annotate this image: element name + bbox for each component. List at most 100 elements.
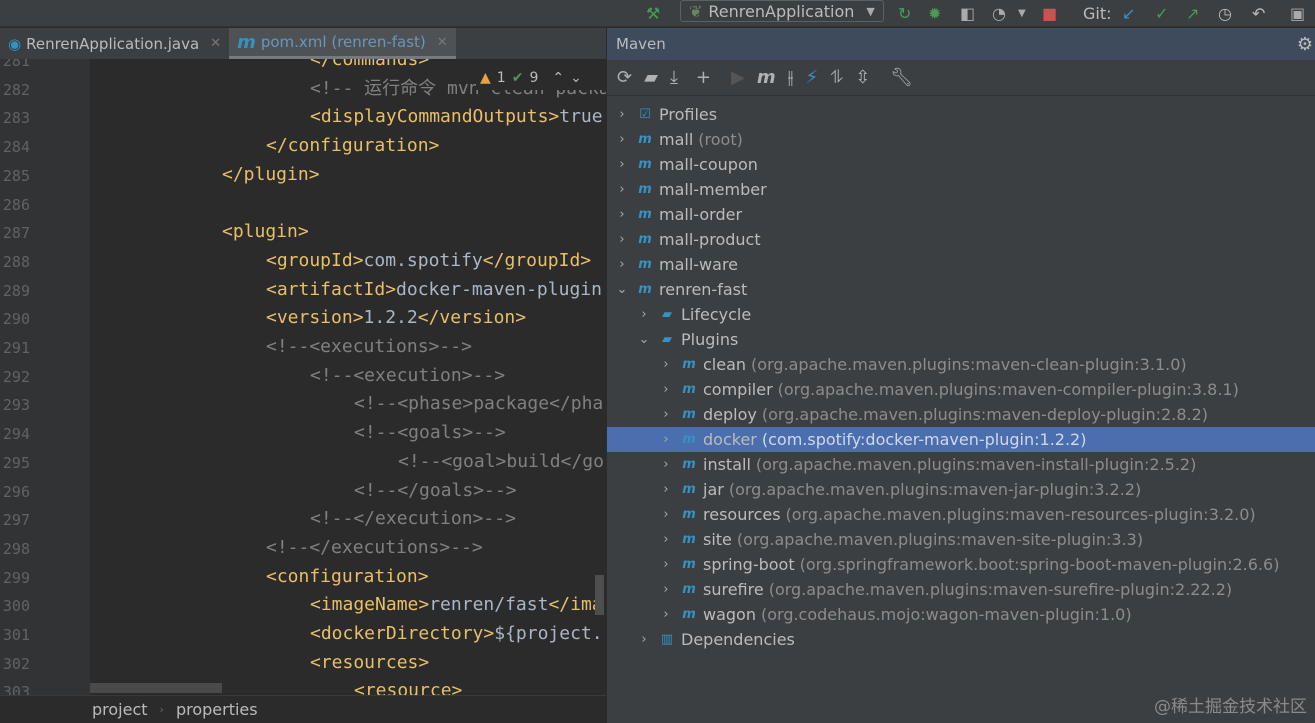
tree-item-detail: (org.apache.maven.plugins:maven-install-… (755, 455, 1197, 474)
line-number: 294 (2, 425, 30, 444)
tree-item-renren-fast[interactable]: ⌄ m renren-fast (607, 277, 1315, 302)
run-icon[interactable]: ▶ (731, 67, 745, 88)
debug-bug-icon[interactable]: ✹ (928, 2, 941, 24)
run-configuration-label: RenrenApplication (708, 1, 855, 21)
tree-item-mall[interactable]: › m mall (root) (607, 127, 1315, 152)
chevron-right-icon[interactable]: › (614, 232, 630, 247)
close-icon[interactable]: ✕ (437, 35, 448, 50)
settings-wrench-icon[interactable]: 🔧︎ (890, 67, 913, 88)
add-icon[interactable]: + (696, 67, 711, 88)
chevron-right-icon[interactable]: › (658, 382, 674, 397)
vertical-scrollbar[interactable] (595, 575, 604, 615)
build-hammer-icon[interactable]: ⚒ (646, 2, 660, 24)
reload-icon[interactable]: ⟳ (617, 67, 632, 88)
code-line: <plugin> (222, 218, 309, 247)
tree-item-docker[interactable]: › m docker (com.spotify:docker-maven-plugin… (607, 427, 1315, 452)
tree-item-detail: (org.apache.maven.plugins:maven-clean-pl… (751, 355, 1187, 374)
git-commit-icon[interactable]: ✓ (1155, 2, 1168, 24)
chevron-right-icon[interactable]: › (658, 532, 674, 547)
tree-item-plugins[interactable]: ⌄ ▰ Plugins (607, 327, 1315, 352)
chevron-right-icon[interactable]: › (636, 307, 652, 322)
tree-item-wagon[interactable]: › m wagon (org.codehaus.mojo:wagon-maven-pl… (607, 602, 1315, 627)
project-structure-icon[interactable]: ▣ (1290, 2, 1305, 24)
line-number: 302 (2, 654, 30, 673)
chevron-right-icon[interactable]: › (614, 182, 630, 197)
stop-icon[interactable]: ■ (1042, 2, 1057, 24)
code-line: <resource> (354, 677, 462, 695)
chevron-right-icon[interactable]: › (658, 607, 674, 622)
chevron-right-icon[interactable]: › (614, 257, 630, 272)
chevron-right-icon[interactable]: › (614, 132, 630, 147)
breadcrumb-item-properties[interactable]: properties (176, 700, 258, 719)
coverage-icon[interactable]: ◧ (960, 2, 975, 24)
tree-item-surefire[interactable]: › m surefire (org.apache.maven.plugins:mave… (607, 577, 1315, 602)
code-token-tag: <displayCommandOutputs> (310, 106, 560, 128)
toggle-offline-icon[interactable]: ⫲ (788, 67, 794, 88)
chevron-right-icon[interactable]: › (636, 632, 652, 647)
close-icon[interactable]: ✕ (210, 36, 221, 51)
code-editor[interactable]: </commands> <!-- 运行命令 mvn clean package <d… (90, 59, 606, 695)
tree-item-lifecycle[interactable]: › ▰ Lifecycle (607, 302, 1315, 327)
code-line: </plugin> (222, 161, 320, 190)
tab-pom-xml[interactable]: m pom.xml (renren-fast) ✕ (229, 28, 456, 59)
tree-item-mall-coupon[interactable]: › m mall-coupon (607, 152, 1315, 177)
chevron-right-icon[interactable]: › (658, 482, 674, 497)
collapse-all-icon[interactable]: ⇳ (855, 67, 870, 88)
maven-plugin-icon: m (682, 482, 696, 497)
tree-item-label: compiler (703, 380, 773, 399)
rerun-icon[interactable]: ↻ (898, 2, 911, 24)
run-configuration-select[interactable]: ❦ RenrenApplication ▼ (680, 0, 884, 22)
chevron-right-icon[interactable]: › (614, 107, 630, 122)
line-number: 299 (2, 568, 30, 587)
chevron-right-icon[interactable]: › (658, 507, 674, 522)
tree-item-mall-product[interactable]: › m mall-product (607, 227, 1315, 252)
chevron-right-icon[interactable]: › (614, 207, 630, 222)
chevron-right-icon[interactable]: › (658, 557, 674, 572)
tab-label: pom.xml (renren-fast) (260, 33, 426, 51)
tree-item-deploy[interactable]: › m deploy (org.apache.maven.plugins:maven-… (607, 402, 1315, 427)
tree-item-label: install (703, 455, 751, 474)
tree-item-clean[interactable]: › m clean (org.apache.maven.plugins:maven-c… (607, 352, 1315, 377)
more-run-chevron-icon[interactable]: ▼ (1018, 2, 1026, 24)
history-icon[interactable]: ◷ (1218, 2, 1232, 24)
tab-renren-application[interactable]: ◉ RenrenApplication.java ✕ (0, 28, 229, 59)
horizontal-scrollbar[interactable] (90, 683, 222, 693)
tree-item-site[interactable]: › m site (org.apache.maven.plugins:maven-si… (607, 527, 1315, 552)
profile-icon[interactable]: ◔ (992, 2, 1006, 24)
tree-item-jar[interactable]: › m jar (org.apache.maven.plugins:maven-jar… (607, 477, 1315, 502)
tree-item-mall-ware[interactable]: › m mall-ware (607, 252, 1315, 277)
chevron-down-icon[interactable]: ⌄ (614, 282, 630, 297)
tree-item-mall-order[interactable]: › m mall-order (607, 202, 1315, 227)
tree-item-dependencies[interactable]: › ▥ Dependencies (607, 627, 1315, 652)
execute-goal-icon[interactable]: m (757, 67, 776, 88)
chevron-right-icon[interactable]: › (658, 357, 674, 372)
chevron-right-icon[interactable]: › (614, 157, 630, 172)
tree-item-resources[interactable]: › m resources (org.apache.maven.plugins:mav… (607, 502, 1315, 527)
code-token-txt: 1.2.2 (363, 307, 418, 329)
chevron-right-icon[interactable]: › (658, 432, 674, 447)
tree-item-mall-member[interactable]: › m mall-member (607, 177, 1315, 202)
code-token-cmt: <!--</goals>--> (354, 479, 517, 501)
skip-tests-icon[interactable]: ⚡ (805, 67, 818, 88)
chevron-down-icon[interactable]: ⌄ (636, 332, 652, 347)
breadcrumb-item-project[interactable]: project (92, 700, 148, 719)
git-push-icon[interactable]: ↗ (1186, 2, 1199, 24)
tree-item-detail: (com.spotify:docker-maven-plugin:1.2.2) (761, 430, 1087, 449)
maven-plugin-icon: m (682, 532, 696, 547)
rollback-icon[interactable]: ↶ (1252, 2, 1265, 24)
chevron-right-icon[interactable]: › (658, 407, 674, 422)
download-icon[interactable]: ⤓ (670, 67, 678, 88)
tree-item-spring-boot[interactable]: › m spring-boot (org.springframework.boot:s… (607, 552, 1315, 577)
inspection-widget[interactable]: ▲ 1 ✔ 9 ⌃ ⌄ (476, 66, 606, 90)
show-dependencies-icon[interactable]: ⥮ (830, 67, 843, 88)
next-highlight-icon[interactable]: ⌄ (570, 70, 582, 86)
tree-item-install[interactable]: › m install (org.apache.maven.plugins:maven… (607, 452, 1315, 477)
chevron-right-icon[interactable]: › (658, 582, 674, 597)
gear-icon[interactable]: ⚙ (1297, 34, 1313, 55)
tree-item-compiler[interactable]: › m compiler (org.apache.maven.plugins:mave… (607, 377, 1315, 402)
previous-highlight-icon[interactable]: ⌃ (552, 70, 564, 86)
tree-item-profiles[interactable]: › ☑ Profiles (607, 102, 1315, 127)
generate-sources-icon[interactable]: ▰ (644, 67, 658, 88)
git-update-icon[interactable]: ↙ (1122, 2, 1135, 24)
chevron-right-icon[interactable]: › (658, 457, 674, 472)
